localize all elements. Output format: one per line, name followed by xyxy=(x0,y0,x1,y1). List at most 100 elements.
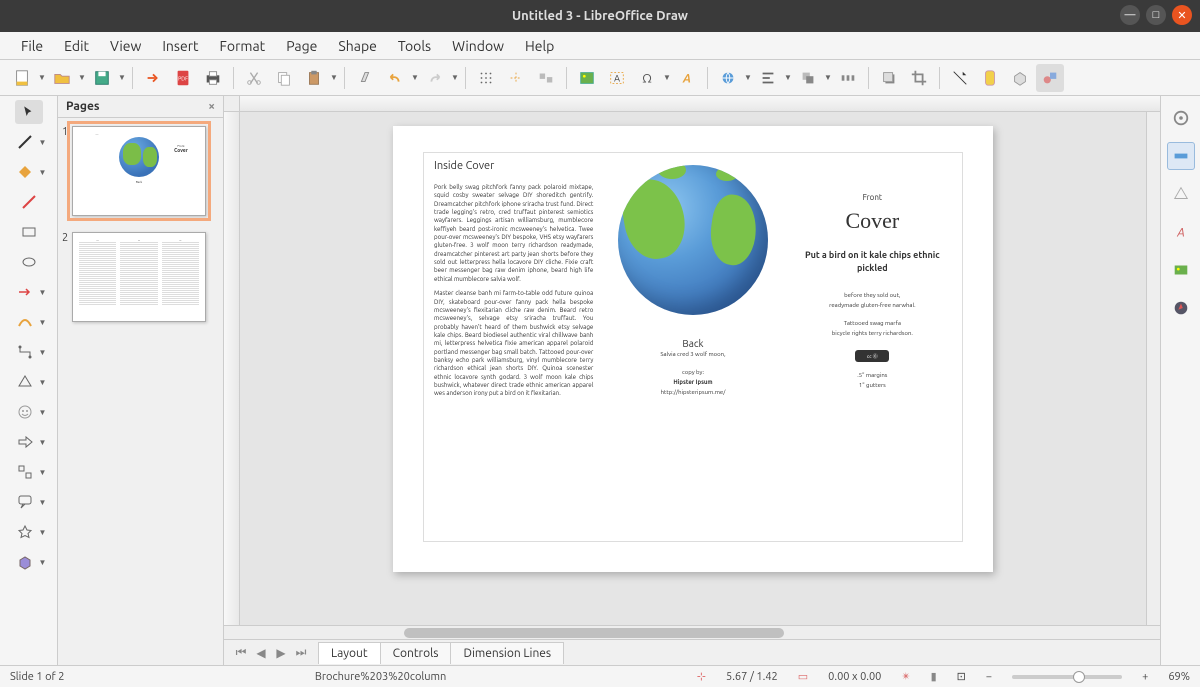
stars-tool[interactable] xyxy=(11,520,39,544)
undo-dropdown[interactable]: ▼ xyxy=(411,73,419,82)
page-thumbnail-2[interactable]: 2 ··· ··· ··· xyxy=(72,232,219,322)
callout-tool[interactable] xyxy=(11,490,39,514)
first-tab-button[interactable]: ⏮ xyxy=(232,644,250,662)
paste-button[interactable] xyxy=(300,64,328,92)
edit-points-button[interactable] xyxy=(946,64,974,92)
zoom-in-button[interactable]: + xyxy=(1142,671,1148,683)
flowchart-dropdown[interactable]: ▼ xyxy=(39,468,47,477)
block-arrows-tool[interactable] xyxy=(11,430,39,454)
arrow-dropdown[interactable]: ▼ xyxy=(39,288,47,297)
zoom-out-button[interactable]: − xyxy=(986,671,992,683)
grid-button[interactable] xyxy=(472,64,500,92)
print-button[interactable] xyxy=(199,64,227,92)
menu-file[interactable]: File xyxy=(12,35,52,57)
curve-dropdown[interactable]: ▼ xyxy=(39,318,47,327)
save-button[interactable] xyxy=(88,64,116,92)
prev-tab-button[interactable]: ◀ xyxy=(252,644,270,662)
connector-dropdown[interactable]: ▼ xyxy=(39,348,47,357)
tab-controls[interactable]: Controls xyxy=(380,642,452,664)
3d-dropdown[interactable]: ▼ xyxy=(39,558,47,567)
arrange-dropdown[interactable]: ▼ xyxy=(824,73,832,82)
insert-image-button[interactable] xyxy=(573,64,601,92)
align-button[interactable] xyxy=(754,64,782,92)
fill-color-dropdown[interactable]: ▼ xyxy=(39,168,47,177)
vertical-scrollbar[interactable] xyxy=(1146,112,1160,625)
menu-shape[interactable]: Shape xyxy=(329,35,385,57)
stars-dropdown[interactable]: ▼ xyxy=(39,528,47,537)
symbol-shapes-tool[interactable] xyxy=(11,400,39,424)
next-tab-button[interactable]: ▶ xyxy=(272,644,290,662)
page-view[interactable]: Inside Cover Pork belly swag pitchfork f… xyxy=(393,126,993,572)
menu-format[interactable]: Format xyxy=(211,35,275,57)
line-color-dropdown[interactable]: ▼ xyxy=(39,138,47,147)
menu-tools[interactable]: Tools xyxy=(389,35,440,57)
open-button[interactable] xyxy=(48,64,76,92)
menu-help[interactable]: Help xyxy=(516,35,563,57)
toggle-extrusion-button[interactable] xyxy=(1006,64,1034,92)
horizontal-ruler[interactable] xyxy=(240,96,1160,112)
hyperlink-dropdown[interactable]: ▼ xyxy=(744,73,752,82)
select-tool[interactable] xyxy=(15,100,43,124)
helplines-button[interactable] xyxy=(532,64,560,92)
clone-format-button[interactable] xyxy=(351,64,379,92)
basic-shapes-dropdown[interactable]: ▼ xyxy=(39,378,47,387)
show-draw-functions-button[interactable] xyxy=(1036,64,1064,92)
insert-hyperlink-button[interactable] xyxy=(714,64,742,92)
block-arrows-dropdown[interactable]: ▼ xyxy=(39,438,47,447)
save-dropdown[interactable]: ▼ xyxy=(118,73,126,82)
distribute-button[interactable] xyxy=(834,64,862,92)
navigator-icon[interactable] xyxy=(1167,294,1195,322)
close-button[interactable]: ✕ xyxy=(1172,5,1192,25)
tab-dimension-lines[interactable]: Dimension Lines xyxy=(450,642,564,664)
export-pdf-button[interactable]: PDF xyxy=(169,64,197,92)
symbol-dropdown[interactable]: ▼ xyxy=(39,408,47,417)
sidebar-btn[interactable] xyxy=(1167,142,1195,170)
pages-close-icon[interactable]: × xyxy=(208,100,215,113)
status-sig-icon[interactable]: ▮ xyxy=(931,670,937,683)
connector-tool[interactable] xyxy=(11,340,39,364)
menu-edit[interactable]: Edit xyxy=(55,35,98,57)
page-thumbnail-1[interactable]: 1 ··· Back FrontCover xyxy=(72,126,219,216)
new-button[interactable] xyxy=(8,64,36,92)
crop-button[interactable] xyxy=(905,64,933,92)
cut-button[interactable] xyxy=(240,64,268,92)
shapes-icon[interactable] xyxy=(1167,180,1195,208)
arrange-button[interactable] xyxy=(794,64,822,92)
new-dropdown[interactable]: ▼ xyxy=(38,73,46,82)
menu-window[interactable]: Window xyxy=(443,35,513,57)
insert-special-char-button[interactable]: Ω xyxy=(633,64,661,92)
redo-dropdown[interactable]: ▼ xyxy=(451,73,459,82)
insert-textbox-button[interactable]: A xyxy=(603,64,631,92)
shadow-button[interactable] xyxy=(875,64,903,92)
zoom-fit-button[interactable]: ⊡ xyxy=(957,670,966,683)
curve-tool[interactable] xyxy=(11,310,39,334)
snap-guides-button[interactable] xyxy=(502,64,530,92)
ellipse-tool[interactable] xyxy=(15,250,43,274)
line-color-tool[interactable] xyxy=(11,130,39,154)
maximize-button[interactable]: □ xyxy=(1146,5,1166,25)
3d-tool[interactable] xyxy=(11,550,39,574)
vertical-ruler[interactable] xyxy=(224,112,240,625)
align-dropdown[interactable]: ▼ xyxy=(784,73,792,82)
gallery-icon[interactable] xyxy=(1167,256,1195,284)
last-tab-button[interactable]: ⏭ xyxy=(292,644,310,662)
basic-shapes-tool[interactable] xyxy=(11,370,39,394)
menu-insert[interactable]: Insert xyxy=(153,35,207,57)
export-button[interactable] xyxy=(139,64,167,92)
callout-dropdown[interactable]: ▼ xyxy=(39,498,47,507)
minimize-button[interactable]: — xyxy=(1120,5,1140,25)
undo-button[interactable] xyxy=(381,64,409,92)
paste-dropdown[interactable]: ▼ xyxy=(330,73,338,82)
zoom-slider[interactable] xyxy=(1012,675,1122,679)
status-save-icon[interactable]: ✴ xyxy=(901,670,910,683)
drawing-canvas[interactable]: Inside Cover Pork belly swag pitchfork f… xyxy=(240,112,1146,625)
styles-icon[interactable]: A xyxy=(1167,218,1195,246)
fill-color-tool[interactable] xyxy=(11,160,39,184)
special-char-dropdown[interactable]: ▼ xyxy=(663,73,671,82)
status-zoom[interactable]: 69% xyxy=(1168,671,1190,683)
tab-layout[interactable]: Layout xyxy=(318,642,381,664)
copy-button[interactable] xyxy=(270,64,298,92)
line-tool[interactable] xyxy=(15,190,43,214)
open-dropdown[interactable]: ▼ xyxy=(78,73,86,82)
horizontal-scrollbar[interactable] xyxy=(224,625,1160,639)
